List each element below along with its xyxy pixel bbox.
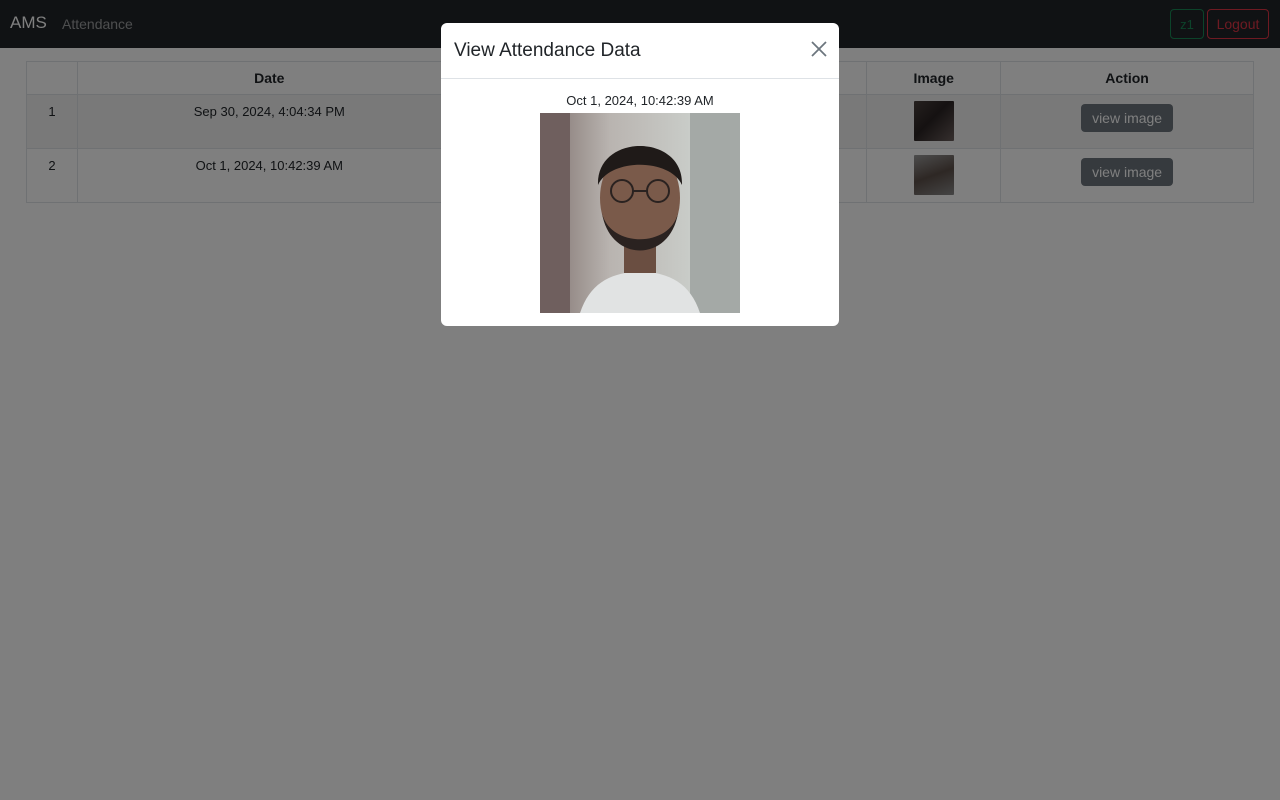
modal-title: View Attendance Data	[454, 40, 641, 61]
attendance-photo	[540, 113, 740, 313]
modal-date: Oct 1, 2024, 10:42:39 AM	[566, 93, 714, 108]
view-attendance-modal: View Attendance Data Oct 1, 2024, 10:42:…	[441, 23, 839, 326]
modal-header: View Attendance Data	[441, 23, 839, 79]
close-icon[interactable]	[809, 39, 829, 59]
